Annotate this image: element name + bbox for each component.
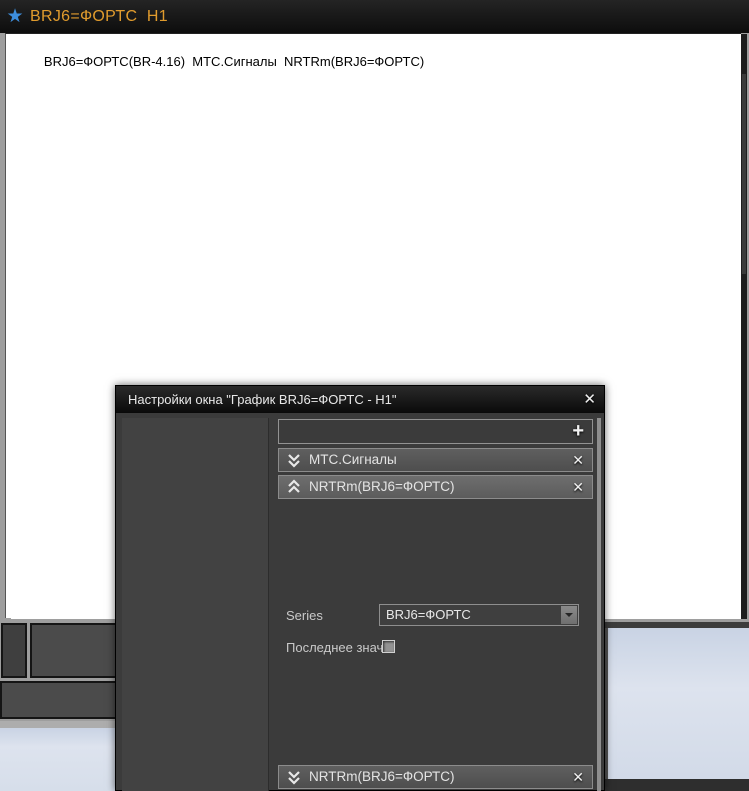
remove-indicator-icon[interactable]: ✕ — [572, 449, 584, 471]
indicator-name: МТС.Сигналы — [309, 449, 397, 471]
indicators-panel: + МТС.Сигналы ✕ NRTRm(BRJ6=ФОРТС) ✕ Seri… — [273, 418, 599, 791]
remove-indicator-icon[interactable]: ✕ — [572, 766, 584, 788]
indicator-header-nrtrm-2[interactable]: NRTRm(BRJ6=ФОРТС) ✕ — [278, 765, 593, 789]
main-titlebar: ★ BRJ6=ФОРТС H1 — [0, 0, 749, 33]
chevron-double-down-icon[interactable] — [285, 451, 303, 469]
lastvalue-checkbox[interactable] — [382, 640, 395, 653]
dialog-close-icon[interactable]: ✕ — [583, 390, 596, 408]
price-axis[interactable] — [691, 66, 735, 618]
dialog-scrollbar[interactable] — [597, 418, 601, 791]
dialog-sidebar — [122, 418, 269, 791]
indicator-name: NRTRm(BRJ6=ФОРТС) — [309, 476, 455, 498]
vertical-scrollbar-thumb[interactable] — [742, 74, 746, 274]
dock-panel-small — [1, 623, 27, 678]
window-title: BRJ6=ФОРТС H1 — [30, 8, 168, 26]
add-indicator-bar[interactable]: + — [278, 419, 593, 444]
indicator-header-mts[interactable]: МТС.Сигналы ✕ — [278, 448, 593, 472]
lastvalue-label: Последнее знач. — [286, 640, 387, 655]
vertical-scrollbar[interactable] — [741, 34, 747, 619]
chevron-down-icon[interactable] — [561, 606, 577, 624]
series-dropdown[interactable]: BRJ6=ФОРТС — [379, 604, 579, 626]
add-indicator-icon[interactable]: + — [572, 420, 584, 443]
indicator-header-nrtrm[interactable]: NRTRm(BRJ6=ФОРТС) ✕ — [278, 475, 593, 499]
timeframe-label[interactable]: H1 — [147, 8, 168, 25]
background-window-footer — [605, 779, 749, 791]
chevron-double-down-icon[interactable] — [285, 768, 303, 786]
favorite-star-icon[interactable]: ★ — [0, 5, 30, 28]
background-window-right — [605, 628, 749, 779]
series-value: BRJ6=ФОРТС — [380, 605, 578, 625]
dialog-title: Настройки окна "График BRJ6=ФОРТС - H1" — [128, 392, 397, 407]
dialog-titlebar[interactable]: Настройки окна "График BRJ6=ФОРТС - H1" — [116, 386, 604, 413]
remove-indicator-icon[interactable]: ✕ — [572, 476, 584, 498]
settings-dialog: Настройки окна "График BRJ6=ФОРТС - H1" … — [115, 385, 605, 791]
app-root: ★ BRJ6=ФОРТС H1 BRJ6=ФОРТС(BR-4.16) МТС.… — [0, 0, 749, 791]
chevron-double-up-icon[interactable] — [285, 478, 303, 496]
series-label: Series — [286, 608, 323, 623]
indicator-name: NRTRm(BRJ6=ФОРТС) — [309, 766, 455, 788]
